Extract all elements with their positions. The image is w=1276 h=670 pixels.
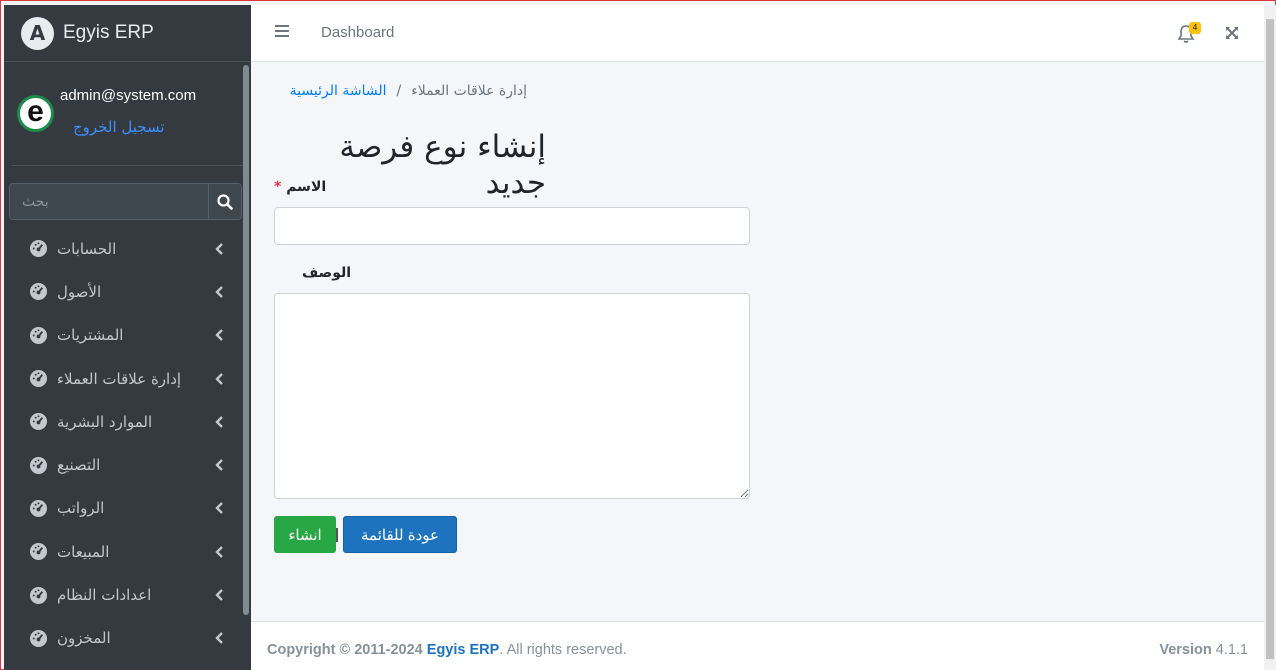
sidebar-item-inventory[interactable]: المخزون	[4, 617, 244, 660]
search-input[interactable]	[10, 184, 208, 219]
sidebar-item-label: الحسابات	[57, 239, 117, 258]
avatar-letter: e	[27, 94, 44, 128]
footer-brand-link[interactable]: Egyis ERP	[427, 642, 500, 658]
tachometer-icon	[29, 586, 48, 604]
description-label: الوصف	[302, 265, 352, 281]
sidebar-item-label: التصنيع	[57, 456, 101, 475]
sidebar-item-label: المشتريات	[57, 326, 124, 345]
tachometer-icon	[29, 629, 48, 647]
user-email: admin@system.com	[60, 87, 197, 104]
chevron-left-icon	[215, 286, 223, 298]
chevron-left-icon	[215, 242, 223, 255]
name-label: الاسم *	[274, 179, 326, 195]
tachometer-icon	[29, 240, 48, 258]
sidebar-item-purchases[interactable]: المشتريات	[4, 314, 244, 357]
tachometer-icon	[29, 369, 48, 388]
version-label: Version	[1159, 642, 1212, 658]
brand-name: Egyis ERP	[63, 22, 154, 43]
sidebar-item-payroll[interactable]: الرواتب	[4, 487, 244, 530]
page-scrollbar-thumb[interactable]	[1266, 19, 1274, 659]
footer: Copyright © 2011-2024 Egyis ERP. All rig…	[251, 621, 1264, 670]
brand-logo-icon: A	[21, 16, 54, 50]
top-navbar: Dashboard 4	[251, 5, 1264, 62]
sidebar-scrollbar[interactable]	[243, 65, 249, 615]
chevron-left-icon	[215, 589, 223, 601]
chevron-left-icon	[215, 459, 223, 471]
dashboard-link[interactable]: Dashboard	[321, 24, 394, 41]
chevron-left-icon	[215, 632, 223, 645]
sidebar-item-accounts[interactable]: الحسابات	[4, 227, 244, 270]
sidebar-item-label: الموارد البشرية	[57, 412, 153, 431]
version-info: Version 4.1.1	[1159, 642, 1248, 658]
required-mark: *	[274, 179, 282, 195]
page-scrollbar[interactable]	[1264, 5, 1276, 670]
version-number: 4.1.1	[1215, 642, 1248, 658]
sidebar-nav: الحسابات الأصول المشتريات إدارة علاقات ا…	[4, 227, 244, 660]
sidebar-item-label: إدارة علاقات العملاء	[57, 369, 182, 388]
breadcrumb: إدارة علاقات العملاء / الشاشة الرئيسية	[267, 83, 527, 99]
description-field[interactable]	[274, 293, 750, 499]
fullscreen-icon[interactable]	[1225, 26, 1239, 40]
copyright-prefix: Copyright © 2011-2024	[267, 642, 423, 658]
copyright: Copyright © 2011-2024 Egyis ERP. All rig…	[267, 642, 627, 658]
tachometer-icon	[29, 326, 48, 344]
copyright-rights: . All rights reserved.	[499, 642, 627, 658]
sidebar-item-label: المبيعات	[57, 542, 110, 561]
button-separator	[336, 528, 338, 542]
tachometer-icon	[29, 413, 48, 431]
sidebar: A Egyis ERP e admin@system.com تسجيل الخ…	[4, 5, 251, 670]
menu-toggle-icon[interactable]	[275, 25, 289, 39]
tachometer-icon	[29, 456, 48, 474]
sidebar-item-sales[interactable]: المبيعات	[4, 530, 244, 573]
sidebar-item-label: الرواتب	[57, 499, 105, 518]
user-panel: e admin@system.com تسجيل الخروج	[12, 62, 243, 166]
search-icon	[217, 193, 233, 210]
chevron-left-icon	[215, 329, 223, 342]
notification-badge: 4	[1189, 22, 1201, 34]
sidebar-item-hr[interactable]: الموارد البشرية	[4, 400, 244, 443]
chevron-left-icon	[215, 415, 223, 428]
tachometer-icon	[29, 499, 48, 517]
logout-link[interactable]: تسجيل الخروج	[73, 118, 165, 136]
name-label-text: الاسم	[286, 179, 327, 195]
sidebar-search	[9, 183, 242, 220]
sidebar-item-label: المخزون	[57, 629, 111, 648]
chevron-left-icon	[215, 545, 223, 558]
sidebar-item-assets[interactable]: الأصول	[4, 270, 244, 313]
sidebar-item-crm[interactable]: إدارة علاقات العملاء	[4, 357, 244, 400]
avatar: e	[17, 95, 54, 132]
sidebar-item-system-settings[interactable]: اعدادات النظام	[4, 573, 244, 616]
sidebar-item-label: اعدادات النظام	[57, 586, 152, 605]
breadcrumb-home-link[interactable]: الشاشة الرئيسية	[290, 83, 387, 99]
search-button[interactable]	[208, 184, 241, 219]
tachometer-icon	[29, 283, 48, 301]
brand-link[interactable]: A Egyis ERP	[4, 5, 251, 62]
back-to-list-button[interactable]: عودة للقائمة	[343, 516, 457, 553]
create-button[interactable]: انشاء	[274, 516, 336, 553]
name-field[interactable]	[274, 207, 750, 245]
tachometer-icon	[29, 543, 48, 561]
chevron-left-icon	[215, 502, 223, 515]
chevron-left-icon	[215, 372, 223, 385]
breadcrumb-current: إدارة علاقات العملاء	[411, 83, 527, 99]
sidebar-item-label: الأصول	[57, 282, 102, 301]
sidebar-item-manufacturing[interactable]: التصنيع	[4, 443, 244, 486]
breadcrumb-separator: /	[396, 83, 402, 99]
